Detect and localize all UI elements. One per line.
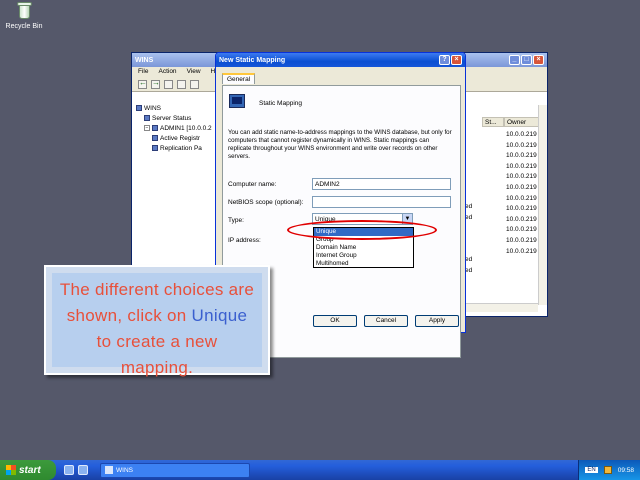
ip-address-label: IP address: xyxy=(228,237,261,244)
wins-app-icon xyxy=(105,466,113,474)
tree-item-label: Server Status xyxy=(152,114,192,122)
status-cell: ed xyxy=(465,203,473,210)
system-tray: EN 09:58 xyxy=(578,460,640,480)
status-column-partial: ed ed ed ed xyxy=(465,203,472,277)
recycle-bin-desktop-icon[interactable]: Recycle Bin xyxy=(4,2,44,30)
expand-icon[interactable]: − xyxy=(144,125,150,131)
owner-cell: 10.0.0.219 xyxy=(506,162,537,170)
start-button[interactable]: start xyxy=(0,460,56,480)
tutorial-callout: The different choices are shown, click o… xyxy=(44,265,270,377)
status-cell: ed xyxy=(465,213,473,221)
windows-flag-icon xyxy=(6,465,16,475)
computer-name-field[interactable]: ADMIN2 xyxy=(312,178,451,190)
tree-item[interactable]: − ADMIN1 [10.0.0.2 xyxy=(136,123,223,133)
back-arrow-icon[interactable] xyxy=(138,80,147,89)
cancel-button[interactable]: Cancel xyxy=(364,315,408,327)
server-icon xyxy=(136,105,142,111)
owner-cell: 10.0.0.219 xyxy=(506,152,537,160)
show-desktop-icon[interactable] xyxy=(64,465,74,475)
language-indicator[interactable]: EN xyxy=(585,467,598,473)
owner-column: 10.0.0.219 10.0.0.219 10.0.0.219 10.0.0.219… xyxy=(506,131,537,258)
highlight-ellipse xyxy=(287,220,437,240)
ok-button[interactable]: OK xyxy=(313,315,357,327)
tab-general[interactable]: General xyxy=(222,73,256,84)
dialog-description: You can add static name-to-address mappi… xyxy=(228,129,452,160)
netbios-scope-label: NetBIOS scope (optional): xyxy=(228,199,304,206)
taskbar: start WINS EN 09:58 xyxy=(0,460,640,480)
status-cell xyxy=(465,224,472,235)
tree-item-label: WINS xyxy=(144,104,161,112)
dialog-title: New Static Mapping xyxy=(219,56,286,64)
forward-arrow-icon[interactable] xyxy=(151,80,160,89)
tree-item[interactable]: Active Registr xyxy=(136,133,223,143)
recycle-bin-icon xyxy=(16,2,32,20)
owner-cell: 10.0.0.219 xyxy=(506,194,537,202)
type-option[interactable]: Multihomed xyxy=(314,260,413,268)
close-button[interactable]: × xyxy=(533,55,544,65)
dialog-titlebar[interactable]: New Static Mapping ? × xyxy=(216,53,465,67)
internet-explorer-icon[interactable] xyxy=(78,465,88,475)
menu-item[interactable]: View xyxy=(187,68,201,77)
server-icon xyxy=(152,135,158,141)
dialog-close-button[interactable]: × xyxy=(451,55,462,65)
netbios-scope-field[interactable] xyxy=(312,196,451,208)
tree-item-label: ADMIN1 [10.0.0.2 xyxy=(160,124,212,132)
owner-cell: 10.0.0.219 xyxy=(506,247,537,255)
tree-item-label: Active Registr xyxy=(160,134,201,142)
taskbar-item-wins[interactable]: WINS xyxy=(100,462,250,478)
tray-icon[interactable] xyxy=(603,466,612,474)
vertical-scrollbar[interactable] xyxy=(538,105,547,305)
owner-cell: 10.0.0.219 xyxy=(506,226,537,234)
up-folder-icon[interactable] xyxy=(164,80,173,89)
taskbar-item-label: WINS xyxy=(116,466,133,474)
show-tree-icon[interactable] xyxy=(177,80,186,89)
tree-item-label: Replication Pa xyxy=(160,144,202,152)
refresh-icon[interactable] xyxy=(190,80,199,89)
status-cell xyxy=(465,235,472,246)
quick-launch xyxy=(64,465,88,475)
tree-item[interactable]: WINS xyxy=(136,103,223,113)
column-header[interactable]: St... xyxy=(482,117,504,127)
owner-cell: 10.0.0.219 xyxy=(506,173,537,181)
owner-cell: 10.0.0.219 xyxy=(506,236,537,244)
maximize-button[interactable]: □ xyxy=(521,55,532,65)
wins-title: WINS xyxy=(135,56,154,64)
tree-item[interactable]: Server Status xyxy=(136,113,223,123)
owner-cell: 10.0.0.219 xyxy=(506,205,537,213)
menu-item[interactable]: Action xyxy=(158,68,176,77)
callout-text-after: to create a new mapping. xyxy=(96,332,218,377)
computer-monitor-icon xyxy=(229,94,245,108)
server-icon xyxy=(144,115,150,121)
status-cell xyxy=(465,245,472,256)
help-button[interactable]: ? xyxy=(439,55,450,65)
server-icon xyxy=(152,145,158,151)
owner-cell: 10.0.0.219 xyxy=(506,183,537,191)
owner-cell: 10.0.0.219 xyxy=(506,141,537,149)
type-option[interactable]: Domain Name xyxy=(314,244,413,252)
owner-cell: 10.0.0.219 xyxy=(506,131,537,138)
callout-highlight: Unique xyxy=(191,306,248,325)
status-cell: ed xyxy=(465,255,473,263)
menu-item[interactable]: File xyxy=(138,68,148,77)
status-cell: ed xyxy=(465,266,473,274)
minimize-button[interactable]: _ xyxy=(509,55,520,65)
start-label: start xyxy=(19,464,41,476)
apply-button[interactable]: Apply xyxy=(415,315,459,327)
server-icon xyxy=(152,125,158,131)
computer-name-label: Computer name: xyxy=(228,181,277,188)
owner-cell: 10.0.0.219 xyxy=(506,215,537,223)
type-option[interactable]: Internet Group xyxy=(314,252,413,260)
type-label: Type: xyxy=(228,217,244,224)
recycle-bin-label: Recycle Bin xyxy=(5,23,43,30)
static-mapping-heading: Static Mapping xyxy=(259,100,302,107)
clock: 09:58 xyxy=(617,466,634,474)
list-header: St... Owner xyxy=(482,117,544,127)
tree-item[interactable]: Replication Pa xyxy=(136,143,223,153)
